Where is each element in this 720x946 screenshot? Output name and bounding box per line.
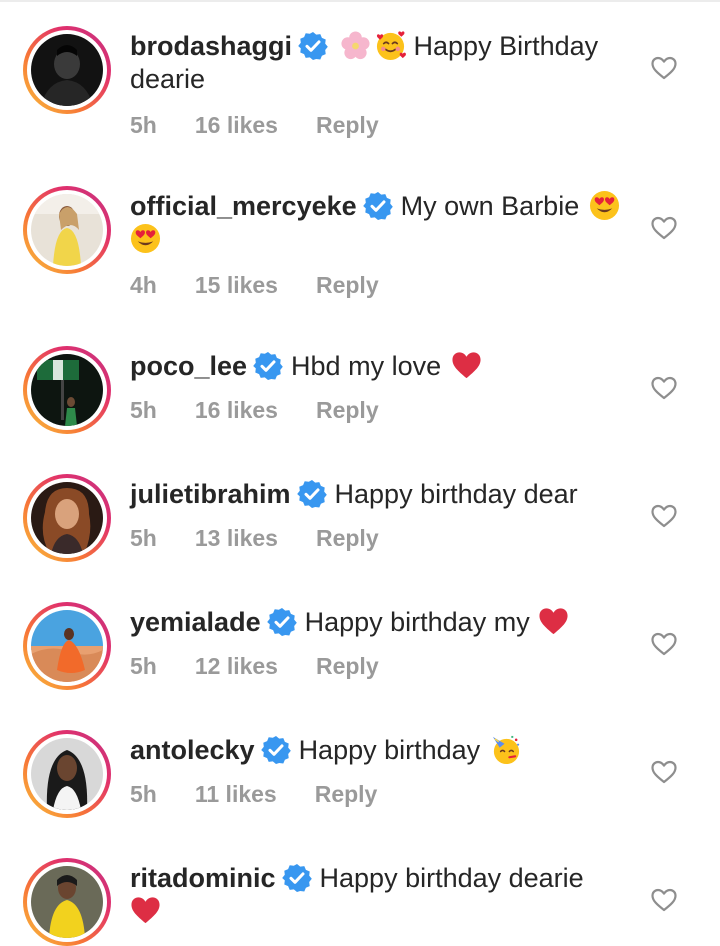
comment-likes-count[interactable]: 15 likes [195,272,278,299]
comment-text: Happy birthday dearie [319,863,584,893]
avatar-story-ring[interactable] [23,474,111,562]
comment-meta: 5h 12 likes Reply [130,653,379,680]
verified-badge-icon [363,191,393,221]
comment-meta: 4h 15 likes Reply [130,272,379,299]
reply-button[interactable]: Reply [315,781,378,808]
avatar[interactable] [31,34,103,106]
comment-time: 5h [130,525,157,551]
comment-likes-count[interactable]: 11 likes [195,781,277,808]
comment-time: 5h [130,112,157,138]
verified-badge-icon [282,863,312,893]
comment-text: Happy birthday [298,735,481,765]
comment-likes-count[interactable]: 16 likes [195,397,278,424]
comment-text: Happy Birthday [413,31,599,61]
comment-text: Hbd my love [291,351,442,381]
verified-badge-icon [267,607,297,637]
avatar-story-ring[interactable] [23,346,111,434]
comment-meta: 5h 16 likes Reply [130,112,379,139]
comment-likes-count[interactable]: 12 likes [195,653,278,680]
comment-username[interactable]: yemialade [130,607,261,637]
comment-text: My own Barbie [400,191,580,221]
red-heart-icon [130,895,161,926]
reply-button[interactable]: Reply [316,397,379,424]
like-heart-icon[interactable] [651,216,677,240]
avatar-story-ring[interactable] [23,186,111,274]
reply-button[interactable]: Reply [316,272,379,299]
avatar[interactable] [31,610,103,682]
verified-badge-icon [297,479,327,509]
avatar-story-ring[interactable] [23,602,111,690]
partying-face-icon [490,734,521,765]
comment-time: 5h [130,781,157,807]
comment-username[interactable]: antolecky [130,735,255,765]
comment-username[interactable]: brodashaggi [130,31,292,61]
comment-username[interactable]: official_mercyeke [130,191,357,221]
avatar[interactable] [31,482,103,554]
heart-eyes-icon [130,223,161,254]
comment-text-block: brodashaggi Happy Birthday dearie [130,30,630,96]
comment-time: 5h [130,397,157,423]
red-heart-icon [451,350,482,381]
comment-username[interactable]: poco_lee [130,351,247,381]
comment-text-block: official_mercyeke My own Barbie [130,190,630,256]
verified-badge-icon [298,31,328,61]
comment-username[interactable]: julietibrahim [130,479,291,509]
avatar[interactable] [31,866,103,938]
comment-meta: 5h 11 likes Reply [130,781,377,808]
avatar[interactable] [31,194,103,266]
comment-likes-count[interactable]: 13 likes [195,525,278,552]
smiling-face-with-hearts-icon [375,30,406,61]
avatar[interactable] [31,354,103,426]
like-heart-icon[interactable] [651,56,677,80]
top-divider [0,0,720,2]
like-heart-icon[interactable] [651,504,677,528]
verified-badge-icon [253,351,283,381]
heart-eyes-icon [589,190,620,221]
comment-username[interactable]: ritadominic [130,863,276,893]
comment-meta: 5h 13 likes Reply [130,525,379,552]
avatar-story-ring[interactable] [23,730,111,818]
comment-text-block: julietibrahim Happy birthday dear [130,478,630,511]
comment-text-block: antolecky Happy birthday [130,734,630,767]
comment-text-block: ritadominic Happy birthday dearie [130,862,630,928]
comment-time: 4h [130,272,157,298]
comment-text: Happy birthday dear [334,479,578,509]
like-heart-icon[interactable] [651,376,677,400]
like-heart-icon[interactable] [651,760,677,784]
comment-meta: 5h 16 likes Reply [130,397,379,424]
avatar-story-ring[interactable] [23,26,111,114]
reply-button[interactable]: Reply [316,112,379,139]
comment-text: Happy birthday my [304,607,530,637]
cherry-blossom-icon [340,30,371,61]
red-heart-icon [538,606,569,637]
avatar-story-ring[interactable] [23,858,111,946]
like-heart-icon[interactable] [651,888,677,912]
reply-button[interactable]: Reply [316,525,379,552]
comment-text-continued: dearie [130,64,206,94]
like-heart-icon[interactable] [651,632,677,656]
comment-likes-count[interactable]: 16 likes [195,112,278,139]
reply-button[interactable]: Reply [316,653,379,680]
avatar[interactable] [31,738,103,810]
comment-text-block: poco_lee Hbd my love [130,350,630,383]
comment-time: 5h [130,653,157,679]
verified-badge-icon [261,735,291,765]
comment-text-block: yemialade Happy birthday my [130,606,630,639]
